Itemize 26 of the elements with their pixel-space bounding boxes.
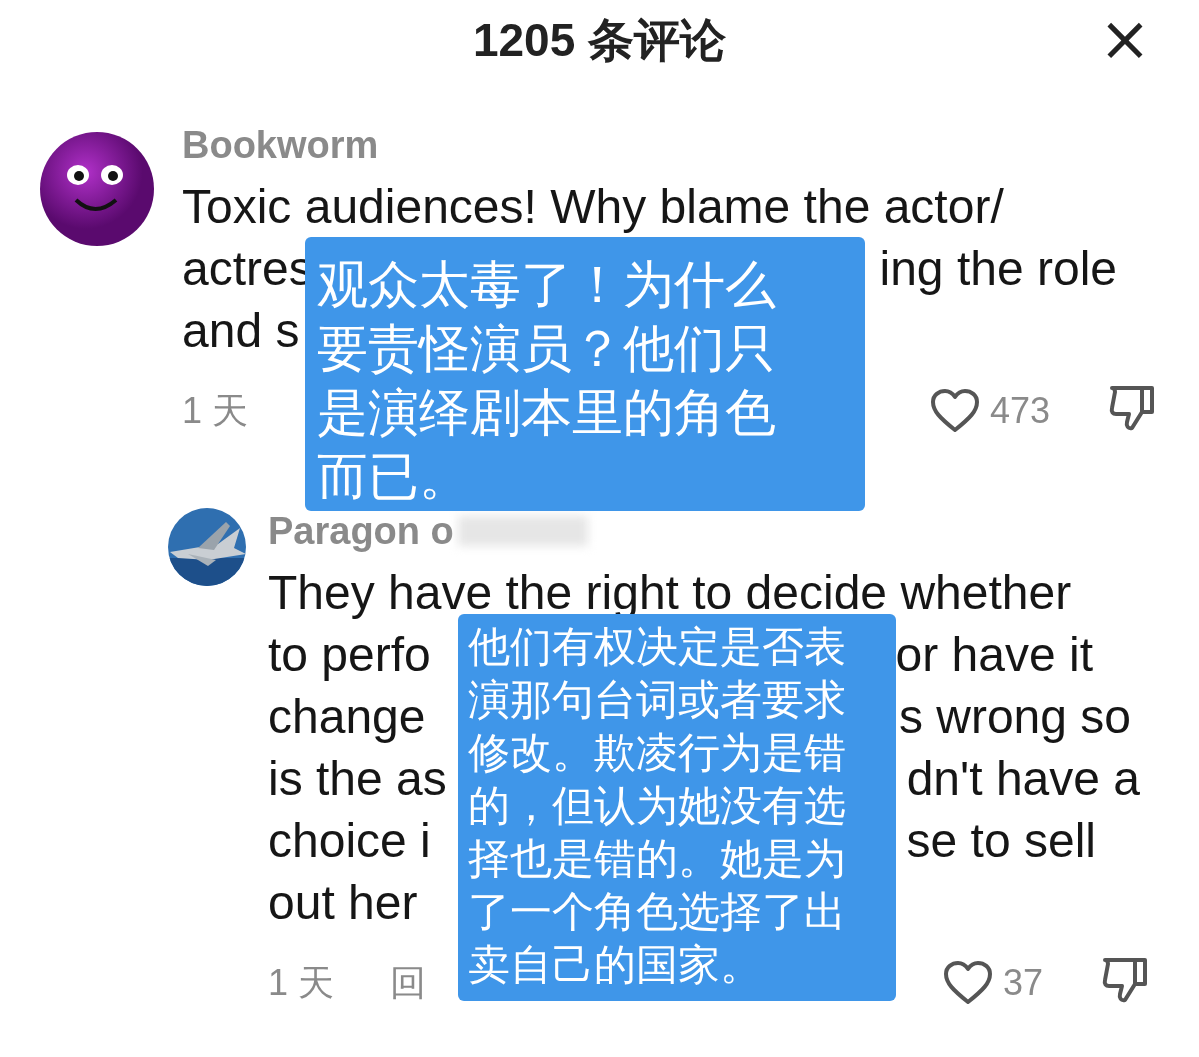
comment-text: change — [268, 688, 426, 744]
comment-text: or have it — [895, 626, 1094, 682]
comment-text: dn't have a — [906, 750, 1141, 806]
smiley-avatar[interactable] — [38, 130, 156, 248]
like-count: 37 — [1002, 962, 1043, 1004]
comment-text: to perfo — [268, 626, 431, 682]
translation-note: 观众太毒了！为什么 要责怪演员？他们只 是演绎剧本里的角色 而已。 — [305, 237, 865, 511]
comment-text: se to sell — [906, 812, 1097, 868]
comment-text: s wrong so — [898, 688, 1132, 744]
like-count: 473 — [989, 390, 1050, 432]
reply-link[interactable]: 回 — [390, 958, 427, 1008]
comment-text: is the as — [268, 750, 447, 806]
close-button[interactable]: × — [1099, 8, 1151, 70]
translation-note: 他们有权决定是否表 演那句台词或者要求 修改。欺凌行为是错 的，但认为她没有选 择也是错的。她是为 了一个角色选择了出 卖自己的国家。 — [458, 614, 896, 1001]
comment-text: and s — [182, 302, 300, 358]
comment-time: 1 天 — [268, 960, 335, 1005]
heart-icon[interactable] — [929, 388, 980, 434]
username[interactable]: Paragon o — [268, 512, 454, 550]
comment-text: choice i — [268, 812, 431, 868]
comment-text: out her — [268, 874, 418, 930]
username[interactable]: Bookworm — [182, 126, 379, 164]
comment-text: Toxic audiences! Why blame the actor/ — [182, 178, 1004, 234]
comment-text: ing the role — [879, 240, 1118, 296]
comment-time: 1 天 — [182, 388, 249, 433]
comments-title: 1205 条评论 — [472, 13, 727, 68]
heart-icon[interactable] — [942, 960, 993, 1006]
